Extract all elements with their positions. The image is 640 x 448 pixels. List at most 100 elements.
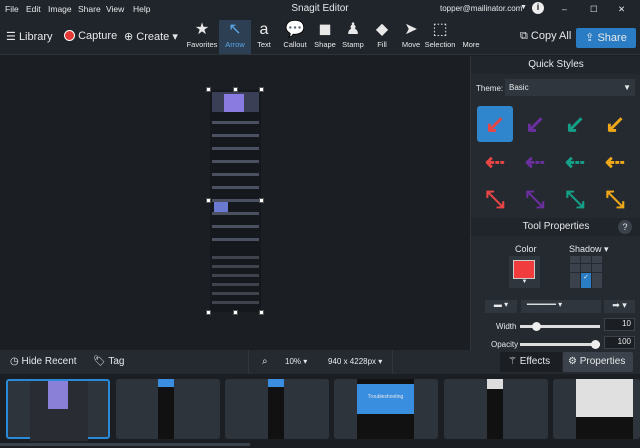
minimize-button[interactable]: – [562, 4, 567, 14]
tool-more[interactable]: More [455, 20, 487, 54]
theme-label: Theme: [476, 84, 504, 93]
shadow-cell[interactable] [570, 256, 580, 264]
history-icon: ◷ [10, 356, 19, 367]
shadow-cell[interactable] [581, 256, 591, 264]
width-label: Width [496, 322, 517, 331]
more-icon [455, 20, 487, 40]
tool-label: Arrow [225, 40, 245, 49]
share-icon: ⇪ [585, 32, 595, 44]
resize-handle-r[interactable] [259, 198, 264, 203]
theme-select[interactable]: Basic ▼ [505, 79, 635, 96]
quick-styles-header: Quick Styles [471, 56, 640, 74]
maximize-button[interactable]: ☐ [590, 4, 598, 15]
thumbnail[interactable] [553, 379, 640, 439]
line-end-select[interactable]: ➡ ▾ [604, 300, 635, 313]
line-start-select[interactable]: ▬ ▾ [485, 300, 517, 313]
share-button[interactable]: ⇪ Share [576, 28, 636, 48]
quick-style-9[interactable]: ⤡ [477, 182, 513, 218]
shadow-cell[interactable] [570, 272, 580, 288]
shadow-cell[interactable]: ✓ [581, 272, 591, 288]
thumbnail[interactable]: Troubleshooting [334, 379, 438, 439]
resize-handle-b[interactable] [233, 310, 238, 315]
tool-stamp[interactable]: ♟ Stamp [337, 20, 369, 54]
tool-favorites[interactable]: ★ Favorites [186, 20, 218, 54]
text-icon: a [259, 21, 269, 38]
hide-recent-button[interactable]: ◷ Hide Recent [10, 356, 77, 367]
opacity-input[interactable]: 100 [604, 336, 635, 349]
gear-icon: ⚙ [568, 356, 577, 367]
info-icon[interactable]: i [532, 2, 544, 14]
create-button[interactable]: ⊕ Create ▾ [124, 30, 178, 43]
shadow-cell[interactable] [592, 264, 602, 272]
fill-icon: ◆ [375, 21, 389, 38]
quick-style-11[interactable]: ⤡ [557, 182, 593, 218]
copy-all-button[interactable]: ⧉ Copy All [520, 30, 571, 43]
quick-style-12[interactable]: ⤡ [597, 182, 633, 218]
slider-thumb[interactable] [591, 340, 600, 349]
move-icon: ➤ [404, 21, 418, 38]
quick-style-1[interactable]: ↙ [477, 106, 513, 142]
quick-style-8[interactable]: ⇠ [597, 144, 633, 180]
window-title: Snagit Editor [291, 3, 349, 14]
account-dropdown-icon[interactable]: ▼ [520, 4, 527, 11]
help-button[interactable]: ? [618, 220, 632, 234]
quick-style-7[interactable]: ⇠ [557, 144, 593, 180]
tool-label: Fill [377, 40, 387, 49]
callout-icon: 💬 [285, 21, 305, 38]
captured-image[interactable] [210, 90, 261, 312]
thumbnail[interactable] [6, 379, 110, 441]
tool-selection[interactable]: ⬚ Selection [424, 20, 456, 54]
resize-handle-l[interactable] [206, 198, 211, 203]
tool-label: Stamp [342, 40, 364, 49]
thumbnail[interactable] [444, 379, 548, 439]
slider-thumb[interactable] [532, 322, 541, 331]
opacity-label: Opacity [491, 340, 519, 349]
tool-arrow[interactable]: ↖ Arrow [219, 20, 251, 54]
opacity-slider[interactable] [520, 340, 600, 349]
resize-handle-tl[interactable] [206, 87, 211, 92]
shadow-dropdown[interactable]: Shadow ▾ [569, 244, 609, 255]
account-menu[interactable]: topper@mailinator.com [440, 4, 522, 13]
capture-button[interactable]: Capture [64, 30, 117, 42]
thumbnail[interactable] [116, 379, 220, 439]
shadow-cell[interactable] [592, 256, 602, 264]
resize-handle-br[interactable] [259, 310, 264, 315]
selection-icon: ⬚ [432, 21, 448, 38]
quick-style-10[interactable]: ⤡ [517, 182, 553, 218]
shadow-grid[interactable]: ✓ [570, 256, 602, 288]
quick-style-6[interactable]: ⇠ [517, 144, 553, 180]
tool-move[interactable]: ➤ Move [395, 20, 427, 54]
tool-callout[interactable]: 💬 Callout [279, 20, 311, 54]
quick-style-3[interactable]: ↙ [557, 106, 593, 142]
width-input[interactable]: 10 [604, 318, 635, 331]
right-panel: Quick Styles Theme: Basic ▼ ↙ ↙ ↙ ↙ ⇠ ⇠ ⇠ ⇠ ⤡ ⤡ ⤡ ⤡ … [470, 56, 640, 350]
tag-button[interactable]: 🏷 Tag [93, 356, 124, 367]
tool-fill[interactable]: ◆ Fill [366, 20, 398, 54]
tool-text[interactable]: a Text [248, 20, 280, 54]
resize-handle-bl[interactable] [206, 310, 211, 315]
resize-handle-t[interactable] [233, 87, 238, 92]
color-swatch [513, 260, 535, 279]
effects-tab[interactable]: ⚚ Effects [500, 352, 562, 372]
close-button[interactable]: ✕ [618, 4, 625, 15]
library-button[interactable]: ☰ Library [6, 30, 53, 43]
zoom-icon[interactable]: ⌕ [262, 356, 268, 367]
resize-handle-tr[interactable] [259, 87, 264, 92]
zoom-select[interactable]: 10% ▾ [285, 357, 307, 366]
line-style-select[interactable]: ━━━━━━ ▾ [521, 300, 601, 313]
quick-style-4[interactable]: ↙ [597, 106, 633, 142]
tray-scrollbar[interactable] [0, 443, 250, 446]
quick-style-2[interactable]: ↙ [517, 106, 553, 142]
quick-style-5[interactable]: ⇠ [477, 144, 513, 180]
recent-captures-tray: Troubleshooting [0, 374, 640, 448]
shadow-cell[interactable] [581, 264, 591, 272]
properties-tab[interactable]: ⚙ Properties [563, 352, 633, 372]
canvas[interactable] [0, 56, 470, 350]
shadow-cell[interactable] [570, 264, 580, 272]
dimensions-select[interactable]: 940 x 4228px ▾ [328, 357, 382, 366]
toolbar: ☰ Library Capture ⊕ Create ▾ ★ Favorites ↖… [0, 18, 640, 55]
width-slider[interactable] [520, 322, 600, 331]
thumbnail[interactable] [225, 379, 329, 439]
shadow-cell[interactable] [592, 272, 602, 288]
color-picker[interactable]: ▼ [509, 256, 540, 288]
